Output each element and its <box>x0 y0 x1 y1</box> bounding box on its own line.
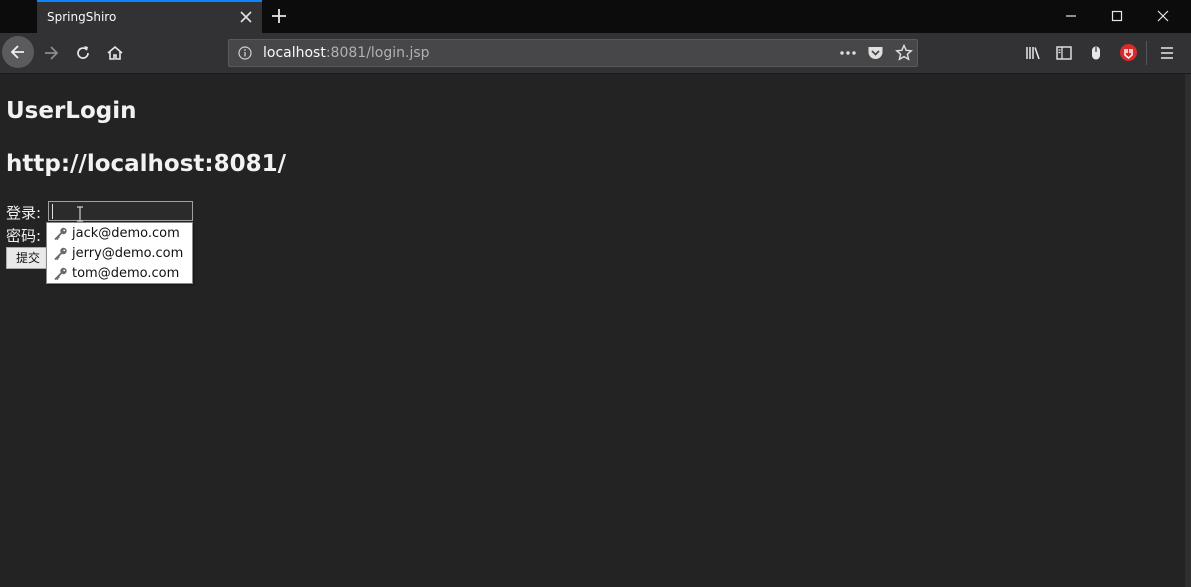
key-icon <box>54 227 67 241</box>
tab-strip: SpringShiro <box>0 0 1191 33</box>
url-path: :8081/login.jsp <box>325 45 430 61</box>
close-window-icon[interactable] <box>1155 8 1171 24</box>
more-actions-icon[interactable] <box>839 48 857 58</box>
library-icon[interactable] <box>1024 44 1042 62</box>
autocomplete-item[interactable]: jerry@demo.com <box>47 244 192 264</box>
page-content: UserLogin http://localhost:8081/ 登录: 密码:… <box>0 74 1185 587</box>
page-subtitle: http://localhost:8081/ <box>6 151 287 177</box>
autocomplete-item[interactable]: jack@demo.com <box>47 224 192 244</box>
tab-springshiro[interactable]: SpringShiro <box>37 0 262 33</box>
reload-icon[interactable] <box>74 44 92 62</box>
key-icon <box>54 267 67 281</box>
bookmark-star-icon[interactable] <box>895 44 913 62</box>
tab-title: SpringShiro <box>47 10 117 24</box>
forward-icon[interactable] <box>42 44 60 62</box>
url-text: localhost:8081/login.jsp <box>263 45 430 61</box>
sidebar-icon[interactable] <box>1055 44 1073 62</box>
text-cursor-icon <box>77 206 83 222</box>
pocket-icon[interactable] <box>867 45 884 61</box>
autocomplete-label: jack@demo.com <box>72 226 180 241</box>
extension-mouse-icon[interactable] <box>1087 44 1105 62</box>
close-tab-icon[interactable] <box>238 9 254 25</box>
autocomplete-item[interactable]: tom@demo.com <box>47 264 192 284</box>
text-caret <box>52 204 53 219</box>
menu-icon[interactable] <box>1158 44 1176 62</box>
arrow-left-icon <box>10 45 24 59</box>
info-icon[interactable] <box>238 46 252 60</box>
toolbar-divider <box>1146 41 1147 65</box>
new-tab-icon[interactable] <box>270 7 288 25</box>
autocomplete-label: tom@demo.com <box>72 266 180 281</box>
autocomplete-label: jerry@demo.com <box>72 246 184 261</box>
ublock-shield-icon[interactable] <box>1119 43 1138 62</box>
browser-window: SpringShiro localhost:8081/login.jsp Use… <box>0 0 1191 587</box>
nav-toolbar: localhost:8081/login.jsp <box>0 33 1191 74</box>
home-icon[interactable] <box>106 44 124 62</box>
login-input[interactable] <box>48 201 193 221</box>
autocomplete-popup: jack@demo.com jerry@demo.com tom@demo.co… <box>46 222 193 284</box>
vertical-scrollbar[interactable] <box>1185 74 1191 587</box>
back-button[interactable] <box>2 36 34 68</box>
minimize-icon[interactable] <box>1063 8 1079 24</box>
submit-button[interactable]: 提交 <box>6 247 48 269</box>
url-host: localhost <box>263 45 326 61</box>
key-icon <box>54 247 67 261</box>
login-label: 登录: <box>6 204 42 222</box>
page-title: UserLogin <box>6 98 137 124</box>
password-label: 密码: <box>6 227 42 245</box>
url-bar[interactable]: localhost:8081/login.jsp <box>228 39 918 67</box>
maximize-icon[interactable] <box>1109 8 1125 24</box>
